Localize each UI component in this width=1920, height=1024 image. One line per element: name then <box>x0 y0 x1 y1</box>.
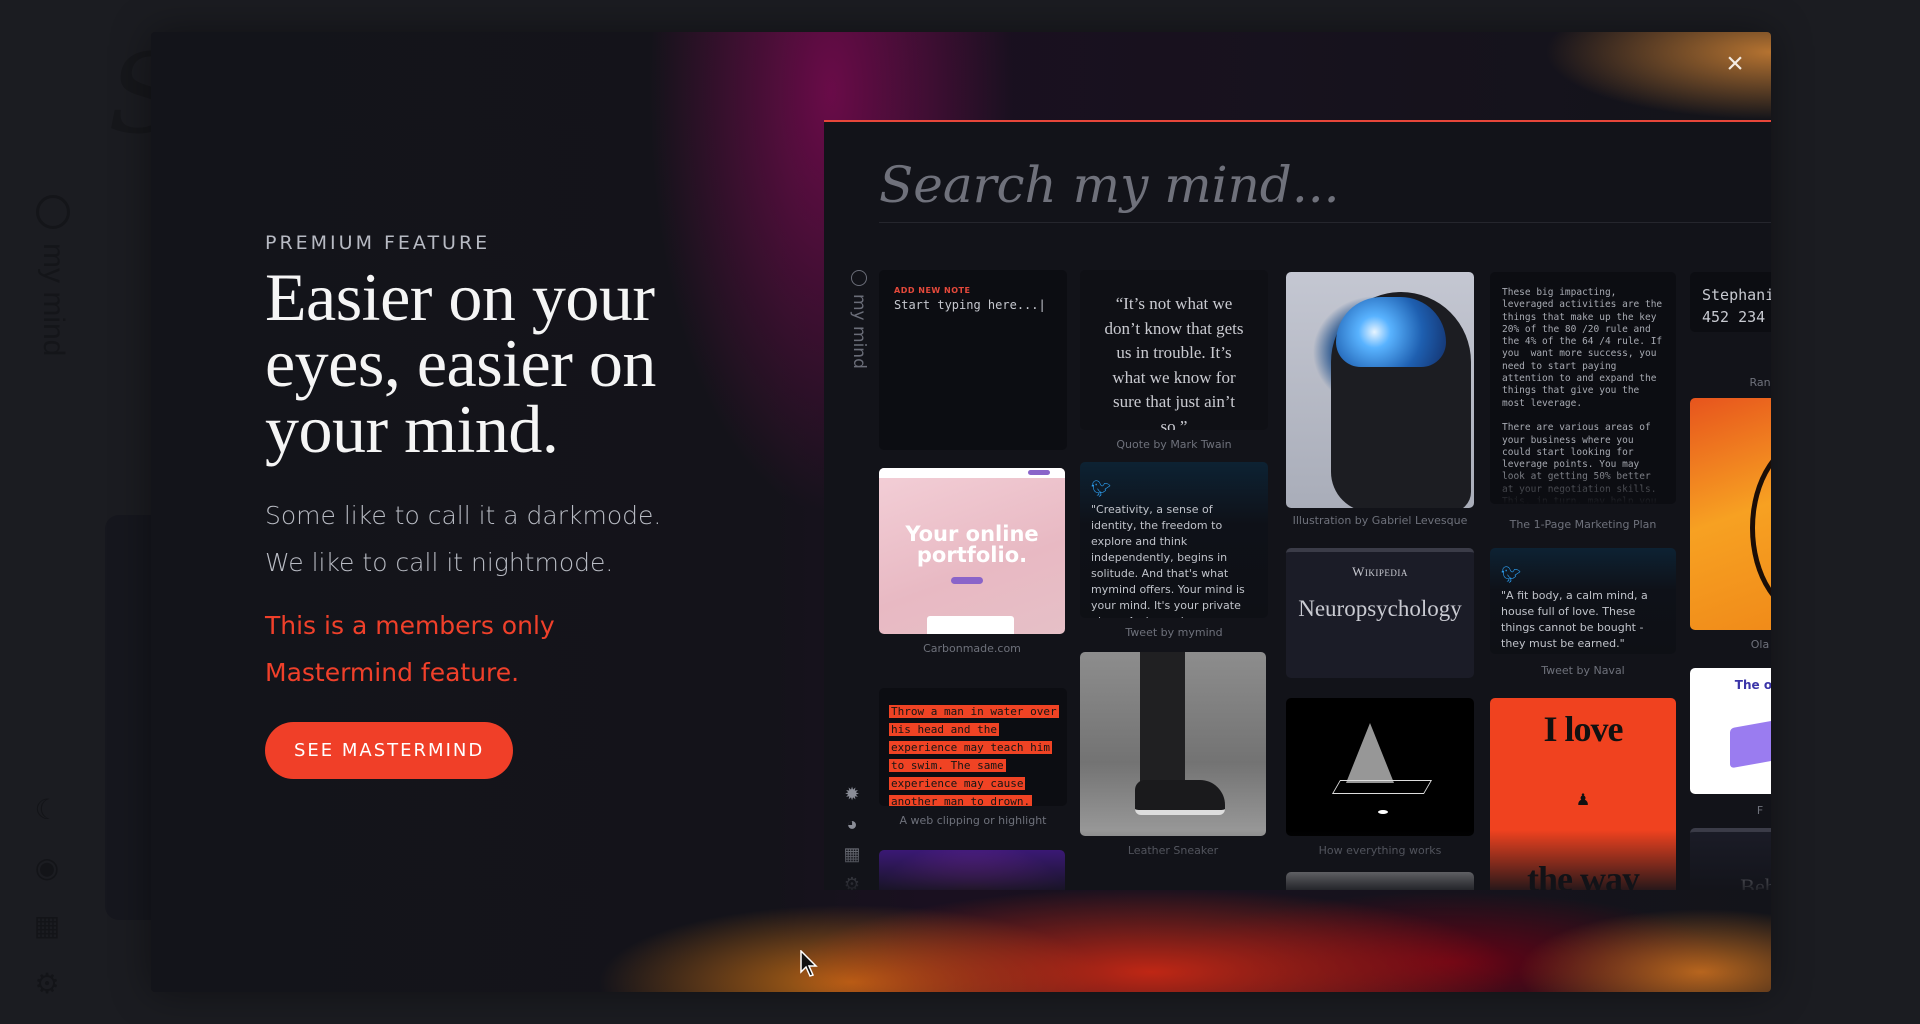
background-logo: my mind <box>30 195 70 395</box>
members-line-2: Mastermind feature. <box>265 658 520 687</box>
portfolio-button <box>951 577 983 584</box>
image-brain-glow <box>1336 297 1446 367</box>
portfolio-navbar <box>879 468 1065 478</box>
logo-icon <box>36 195 70 229</box>
card-caption: Illustration by Gabriel Levesque <box>1292 514 1468 527</box>
card-caption: A web clipping or highlight <box>899 814 1047 827</box>
diagram-plane <box>1331 780 1433 794</box>
sneaker-image-card[interactable] <box>1080 652 1266 836</box>
twitter-icon: 🐦︎ <box>1091 479 1112 498</box>
contact-name: Stephani <box>1702 286 1771 304</box>
brain-icon: ◉ <box>34 852 60 883</box>
diagram-dot <box>1378 810 1388 814</box>
wikipedia-brand: Wikipedia <box>1352 564 1408 579</box>
twitter-icon: 🐦︎ <box>1501 565 1522 584</box>
grid-icon[interactable]: ▦ <box>841 844 863 864</box>
tweet-card[interactable]: 🐦︎ "A fit body, a calm mind, a house ful… <box>1490 548 1676 654</box>
close-icon[interactable]: × <box>1719 48 1751 80</box>
card-caption: Leather Sneaker <box>1127 844 1219 857</box>
eyebrow-label: PREMIUM FEATURE <box>265 232 491 254</box>
gear-icon[interactable]: ⚙ <box>841 874 863 890</box>
moon-icon: ☾ <box>34 794 60 825</box>
orange-image-card[interactable] <box>1690 398 1771 630</box>
portfolio-image-card[interactable]: Your online portfolio. <box>879 468 1065 634</box>
image-shoe <box>1135 780 1225 815</box>
web-clipping-card[interactable]: Throw a man in water over his head and t… <box>879 688 1067 806</box>
sun-icon[interactable]: ✹ <box>841 784 863 804</box>
diagram-cone <box>1346 723 1394 783</box>
members-line-1: This is a members only <box>265 611 555 640</box>
add-note-card[interactable]: ADD NEW NOTE Start typing here...| <box>879 270 1067 450</box>
card-caption: Ola <box>1750 638 1770 651</box>
website-graphic <box>1730 717 1771 769</box>
card-caption: Tweet by mymind <box>1125 626 1223 639</box>
wikipedia-card-2[interactable]: W Beh ge <box>1690 828 1771 890</box>
diagram-image-card[interactable] <box>1286 698 1474 836</box>
tweet-text: "A fit body, a calm mind, a house full o… <box>1501 589 1648 650</box>
grid-icon: ▦ <box>33 910 61 941</box>
modal-description: Some like to call it a darkmode. We like… <box>265 492 725 586</box>
portfolio-headline: Your online portfolio. <box>905 522 1039 567</box>
book-cover-card[interactable]: I love ♟ the way <box>1490 698 1676 890</box>
card-caption: The 1-Page Marketing Plan <box>1509 518 1657 531</box>
wikipedia-card[interactable]: Wikipedia Neuropsychology <box>1286 548 1474 678</box>
wikipedia-title: Beh ge <box>1740 874 1771 891</box>
add-note-label: ADD NEW NOTE <box>894 286 971 295</box>
modal-headline: Easier on your eyes, easier on your mind… <box>265 259 656 467</box>
background-logo-text: my mind <box>37 243 70 357</box>
portfolio-preview-window <box>927 616 1014 634</box>
wikipedia-title: Neuropsychology <box>1298 596 1462 621</box>
tweet-card[interactable]: 🐦︎ "Creativity, a sense of identity, the… <box>1080 462 1268 618</box>
preview-sidebar-icons: ✹ ◕ ▦ ⚙ <box>841 784 863 890</box>
website-image-card[interactable]: The of pr <box>1690 668 1771 794</box>
card-caption: F <box>1756 804 1764 817</box>
app-preview: my mind ✹ ◕ ▦ ⚙ ADD NEW NOTE Start typin… <box>824 120 1771 890</box>
portrait-image-card[interactable] <box>879 850 1065 890</box>
card-caption: Quote by Mark Twain <box>1116 438 1232 451</box>
website-headline: The of pr <box>1734 678 1771 692</box>
contact-number: 452 234 <box>1702 308 1766 326</box>
preview-logo: my mind <box>844 270 874 369</box>
logo-icon <box>851 270 867 286</box>
marketing-text-card[interactable]: These big impacting, leveraged activitie… <box>1490 272 1676 504</box>
mouse-cursor-icon <box>800 950 818 977</box>
gear-icon: ⚙ <box>34 968 60 999</box>
members-only-notice: This is a members only Mastermind featur… <box>265 602 725 696</box>
premium-feature-modal: PREMIUM FEATURE Easier on your eyes, eas… <box>151 32 1771 992</box>
book-title-line-2: the way <box>1527 859 1640 890</box>
image-arc <box>1750 438 1771 618</box>
note-input[interactable]: Start typing here...| <box>894 298 1046 312</box>
card-caption: Ran <box>1749 376 1771 389</box>
search-input[interactable] <box>879 158 1771 223</box>
card-caption: How everything works <box>1318 844 1442 857</box>
tweet-text: "Creativity, a sense of identity, the fr… <box>1091 503 1252 618</box>
card-caption: Carbonmade.com <box>923 642 1021 655</box>
card-caption: Tweet by Naval <box>1541 664 1625 677</box>
image-leg <box>1140 652 1185 792</box>
description-line-1: Some like to call it a darkmode. <box>265 501 662 530</box>
illustration-image-card[interactable] <box>1286 272 1474 508</box>
contact-card[interactable]: Stephani 452 234 <box>1690 272 1771 332</box>
clipping-text: Throw a man in water over his head and t… <box>889 705 1059 806</box>
article-image-card[interactable]: The Anomalies Changing Roles <box>1286 872 1474 890</box>
quote-card[interactable]: “It’s not what we don’t know that gets u… <box>1080 270 1268 430</box>
book-figure-icon: ♟ <box>1575 792 1591 809</box>
background-sidebar-icons: ☾ ◉ ▦ ⚙ <box>32 795 62 999</box>
brain-icon[interactable]: ◕ <box>841 814 863 834</box>
modal-copy: PREMIUM FEATURE Easier on your eyes, eas… <box>265 232 725 779</box>
see-mastermind-button[interactable]: SEE MASTERMIND <box>265 722 514 779</box>
book-title-line-1: I love <box>1543 709 1624 749</box>
preview-logo-text: my mind <box>849 294 869 369</box>
description-line-2: We like to call it nightmode. <box>265 548 614 577</box>
